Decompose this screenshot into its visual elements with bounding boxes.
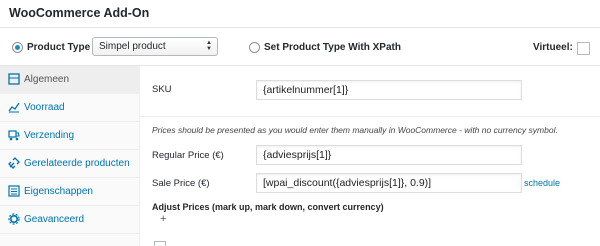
tab-algemeen[interactable]: Algemeen [0,66,140,94]
sku-input-value: {artikelnummer[1]} [263,84,349,96]
page-title: WooCommerce Add-On [9,6,150,20]
next-row-checkbox[interactable] [154,241,166,246]
sale-price-label: Sale Price (€) [152,178,210,189]
divider [140,116,600,117]
truck-icon [8,130,20,141]
list-icon [8,185,20,197]
sale-price-value: [wpai_discount({adviesprijs[1]}, 0.9)] [263,177,432,189]
product-type-select-value: Simpel product [99,41,166,52]
tab-voorraad[interactable]: Voorraad [0,94,140,122]
select-arrows-icon: ▲ ▼ [206,40,212,52]
tab-label: Eigenschappen [24,186,93,197]
virtual-label: Virtueel: [533,42,573,53]
product-type-label: Product Type [27,42,91,53]
wrench-icon [8,73,20,85]
tab-label: Voorraad [24,102,65,113]
price-note: Prices should be presented as you would … [152,125,558,135]
tab-geavanceerd[interactable]: Geavanceerd [0,206,140,234]
product-type-select[interactable]: Simpel product ▲ ▼ [92,37,218,56]
tab-label: Verzending [24,130,75,141]
gear-icon [8,213,20,225]
sku-label: SKU [152,84,172,95]
header-bar: WooCommerce Add-On [0,0,600,28]
tab-verzending[interactable]: Verzending [0,122,140,150]
regular-price-input[interactable]: {adviesprijs[1]} [256,145,522,165]
tab-gerelateerde-producten[interactable]: Gerelateerde producten [0,150,140,178]
tab-eigenschappen[interactable]: Eigenschappen [0,178,140,206]
product-type-radio[interactable] [12,42,23,53]
tab-label: Geavanceerd [24,214,85,225]
virtual-checkbox[interactable] [577,42,590,55]
adjust-prices-label: Adjust Prices (mark up, mark down, conve… [152,202,384,212]
xpath-type-radio[interactable] [249,42,260,53]
regular-price-label: Regular Price (€) [152,150,224,161]
expand-adjust-prices-icon[interactable]: + [160,213,166,225]
sku-input[interactable]: {artikelnummer[1]} [256,80,522,100]
link-icon [8,157,20,169]
tab-label: Gerelateerde producten [24,158,130,169]
tab-label: Algemeen [24,74,70,85]
sale-price-input[interactable]: [wpai_discount({adviesprijs[1]}, 0.9)] [256,173,522,193]
product-data-tabs: Algemeen Voorraad Verzending Gerelateerd… [0,66,140,246]
xpath-type-label: Set Product Type With XPath [264,42,401,53]
schedule-link[interactable]: schedule [524,178,560,188]
chart-icon [8,102,20,113]
regular-price-value: {adviesprijs[1]} [263,149,332,161]
general-panel: SKU {artikelnummer[1]} Prices should be … [140,66,600,246]
product-type-row: Product Type Simpel product ▲ ▼ Set Produ… [0,28,600,66]
